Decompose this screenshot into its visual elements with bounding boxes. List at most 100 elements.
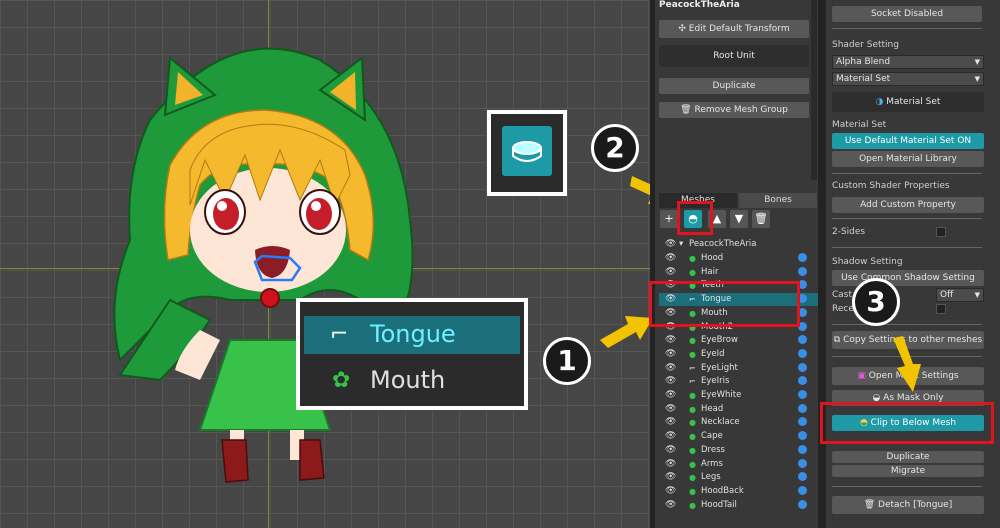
detach-button[interactable]: 🗑 Detach [Tongue] — [832, 496, 984, 514]
panel-scrollbar[interactable] — [811, 0, 817, 180]
tree-item-hoodtail[interactable]: 👁 ● HoodTail — [659, 499, 819, 512]
open-material-library-button[interactable]: Open Material Library — [832, 151, 984, 167]
tree-item-label: Hood — [701, 253, 724, 263]
duplicate-button[interactable]: Duplicate — [659, 78, 809, 94]
tree-item-eyeiris[interactable]: 👁 ⌐ EyeIris — [659, 375, 819, 388]
tree-item-cape[interactable]: 👁 ● Cape — [659, 430, 819, 443]
cast-shadow-select[interactable]: Off ▼ — [936, 288, 984, 302]
mesh-icon: ● — [689, 473, 696, 483]
chevron-down-icon: ▼ — [974, 58, 980, 66]
visibility-icon[interactable]: 👁 — [665, 403, 676, 416]
tree-item-hair[interactable]: 👁 ● Hair — [659, 266, 819, 279]
socket-disabled-button[interactable]: Socket Disabled — [832, 6, 982, 22]
link-icon[interactable] — [798, 348, 807, 358]
visibility-icon[interactable]: 👁 — [665, 416, 676, 429]
tree-item-dress[interactable]: 👁 ● Dress — [659, 444, 819, 457]
link-icon[interactable] — [798, 266, 807, 276]
visibility-icon[interactable]: 👁 — [665, 252, 676, 265]
link-icon[interactable] — [798, 458, 807, 468]
arrow-one — [600, 316, 650, 348]
necklace-gem — [260, 288, 280, 308]
add-mesh-button[interactable]: + — [660, 210, 678, 228]
visibility-icon[interactable]: 👁 — [665, 348, 676, 361]
visibility-icon[interactable]: 👁 — [665, 471, 676, 484]
shader-setting-label: Shader Setting — [832, 40, 899, 50]
visibility-icon[interactable]: 👁 — [665, 266, 676, 279]
link-icon[interactable] — [798, 390, 807, 399]
mask-icon: ▣ — [857, 371, 869, 381]
expand-icon[interactable]: ▾ — [679, 238, 683, 251]
delete-mesh-button[interactable]: 🗑 — [752, 210, 770, 228]
divider — [832, 486, 982, 487]
link-icon[interactable] — [798, 335, 807, 345]
visibility-icon[interactable]: 👁 — [665, 375, 676, 388]
receive-label: Rece — [832, 304, 854, 314]
visibility-icon[interactable]: 👁 — [665, 485, 676, 498]
visibility-icon[interactable]: 👁 — [665, 389, 676, 402]
divider — [832, 218, 982, 219]
highlight-clip-tool — [677, 201, 713, 235]
tree-item-necklace[interactable]: 👁 ● Necklace — [659, 416, 819, 429]
tree-item-eyeid[interactable]: 👁 ● EyeId — [659, 348, 819, 361]
callout-tongue-row: ⌐ Tongue — [304, 316, 520, 354]
tree-item-eyelight[interactable]: 👁 ⌐ EyeLight — [659, 362, 819, 375]
remove-mesh-group-button[interactable]: 🗑 Remove Mesh Group — [659, 102, 809, 118]
callout-tongue-label: Tongue — [370, 320, 456, 348]
link-icon[interactable] — [798, 376, 807, 386]
link-icon[interactable] — [798, 472, 807, 482]
mesh-icon: ✿ — [332, 368, 351, 393]
visibility-icon[interactable]: 👁 — [665, 238, 676, 251]
blend-mode-select[interactable]: Alpha Blend ▼ — [832, 55, 984, 69]
link-icon[interactable] — [798, 431, 807, 441]
link-icon[interactable] — [798, 444, 807, 454]
copy-icon: ⧉ — [833, 335, 844, 345]
tree-item-hood[interactable]: 👁 ● Hood — [659, 252, 819, 265]
clip-mesh-icon-large — [502, 126, 552, 176]
add-custom-property-button[interactable]: Add Custom Property — [832, 197, 984, 213]
tree-item-head[interactable]: 👁 ● Head — [659, 403, 819, 416]
visibility-icon[interactable]: 👁 — [665, 334, 676, 347]
mesh-icon: ● — [689, 349, 696, 359]
two-sides-checkbox[interactable] — [936, 227, 946, 237]
shadow-setting-label: Shadow Setting — [832, 257, 903, 267]
move-down-button[interactable]: ▼ — [730, 210, 748, 228]
visibility-icon[interactable]: 👁 — [665, 458, 676, 471]
link-icon[interactable] — [798, 499, 807, 509]
visibility-icon[interactable]: 👁 — [665, 430, 676, 443]
divider — [832, 28, 982, 29]
right-boot — [299, 439, 325, 481]
material-set-button[interactable]: ◑ Material Set — [832, 92, 984, 112]
tree-item-eyebrow[interactable]: 👁 ● EyeBrow — [659, 334, 819, 347]
visibility-icon[interactable]: 👁 — [665, 444, 676, 457]
migrate-button[interactable]: Migrate — [832, 465, 984, 477]
clip-icon — [512, 141, 542, 162]
divider — [832, 173, 982, 174]
tree-item-label: Legs — [701, 472, 721, 483]
link-icon[interactable] — [798, 362, 807, 372]
tree-item-label: Cape — [701, 431, 723, 442]
link-icon[interactable] — [798, 403, 807, 413]
material-set-select[interactable]: Material Set ▼ — [832, 72, 984, 86]
tab-bones[interactable]: Bones — [739, 193, 817, 208]
arrow-three — [893, 336, 921, 392]
editor-viewport[interactable]: ⌐ Tongue ✿ Mouth 1 2 — [0, 0, 650, 528]
tree-root[interactable]: 👁 ▾ PeacockTheAria — [659, 238, 819, 251]
link-icon[interactable] — [798, 485, 807, 495]
visibility-icon[interactable]: 👁 — [665, 499, 676, 512]
use-common-shadow-button[interactable]: Use Common Shadow Setting — [832, 270, 984, 286]
receive-shadow-checkbox[interactable] — [936, 304, 946, 314]
duplicate-mesh-button[interactable]: Duplicate — [832, 451, 984, 463]
link-icon[interactable] — [798, 253, 807, 262]
link-icon[interactable] — [798, 417, 807, 427]
mesh-group-title: PeacockTheAria — [659, 0, 740, 10]
use-default-material-button[interactable]: Use Default Material Set ON — [832, 133, 984, 149]
panel-separator-right — [818, 0, 826, 528]
divider — [832, 247, 982, 248]
visibility-icon[interactable]: 👁 — [665, 362, 676, 375]
edit-default-transform-button[interactable]: ✣ Edit Default Transform — [659, 20, 809, 38]
tree-item-hoodback[interactable]: 👁 ● HoodBack — [659, 485, 819, 498]
tree-item-legs[interactable]: 👁 ● Legs — [659, 471, 819, 484]
tree-item-arms[interactable]: 👁 ● Arms — [659, 458, 819, 471]
tree-item-eyewhite[interactable]: 👁 ● EyeWhite — [659, 389, 819, 402]
root-unit-button[interactable]: Root Unit — [659, 45, 809, 67]
